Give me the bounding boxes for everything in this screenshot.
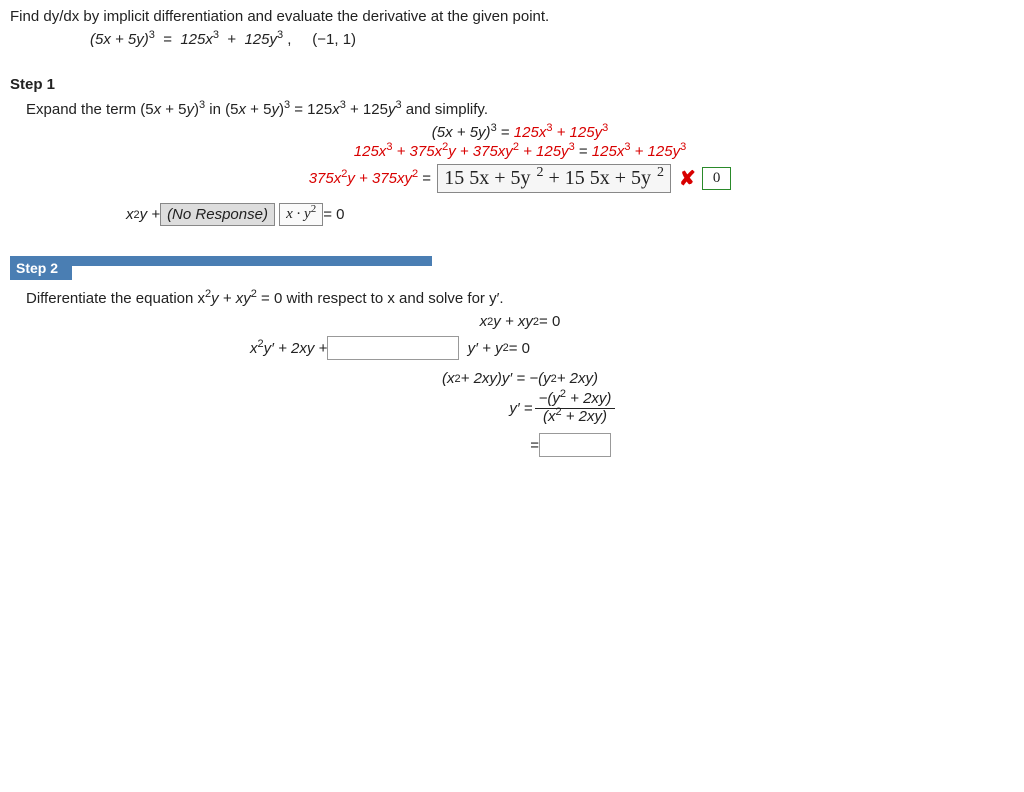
e1r: = 0 — [539, 313, 560, 330]
e1m: y + xy — [493, 313, 533, 330]
s1l2c: y + 375xy — [448, 143, 513, 160]
e3m: + 2xy)y′ = −(y — [461, 370, 551, 387]
eq-point: (−1, 1) — [312, 31, 356, 48]
s1l2ra: 125x — [592, 143, 625, 160]
s1i-f: + 125 — [346, 101, 388, 118]
e3l: (x — [442, 370, 455, 387]
fd-a: (x — [543, 408, 556, 425]
wrong-answer-box[interactable]: 15 5x + 5y2 + 15 5x + 5y2 — [437, 164, 671, 193]
s2i-c: = 0 with respect to x and solve for y′. — [257, 290, 504, 307]
hint-expr-box: x · y2 — [279, 203, 323, 226]
e2l: x — [250, 340, 258, 357]
s2i-a: Differentiate the equation x — [26, 290, 205, 307]
eq-rhs2: 125y — [244, 31, 277, 48]
step2-input-2[interactable] — [539, 433, 611, 457]
s1i-e: = 125 — [290, 101, 332, 118]
fn-a: −(y — [539, 390, 560, 407]
step2-instruction: Differentiate the equation x2y + xy2 = 0… — [26, 290, 1014, 307]
eq-rhs1: 125x — [180, 31, 213, 48]
s1l2d: + 125y — [519, 143, 569, 160]
fd-b: + 2xy) — [562, 408, 607, 425]
s1l3b: y + 375xy — [347, 170, 412, 187]
e3r: + 2xy) — [557, 370, 598, 387]
e2rb: = 0 — [509, 340, 530, 357]
s1l2rb: + 125y — [630, 143, 680, 160]
eqz: = 0 — [323, 206, 344, 223]
prompt-text: Find dy/dx by implicit differentiation a… — [10, 8, 549, 25]
step2-content: Differentiate the equation x2y + xy2 = 0… — [26, 290, 1014, 457]
e5l: = — [429, 437, 539, 454]
s1l1rb: + 125y — [552, 124, 602, 141]
no-response-box[interactable]: (No Response) — [160, 203, 275, 226]
step2-work: x2y + xy2 = 0 x2y′ + 2xy + y′ + y2 = 0 (… — [26, 313, 1014, 457]
step2-header: Step 2 — [10, 228, 1014, 280]
s1l3a: 375x — [309, 170, 342, 187]
step2-input-1[interactable] — [327, 336, 459, 360]
e2m: y′ + 2xy + — [264, 340, 328, 357]
fraction: −(y2 + 2xy) (x2 + 2xy) — [535, 391, 616, 425]
s1i-b2: + 5 — [246, 101, 271, 118]
s1l2b: + 375x — [392, 143, 442, 160]
s1l2a: 125x — [354, 143, 387, 160]
step2-label: Step 2 — [10, 256, 72, 280]
fn-b: + 2xy) — [566, 390, 611, 407]
step1-instruction: Expand the term (5x + 5y)3 in (5x + 5y)3… — [26, 101, 1014, 118]
s1i-g: and simplify. — [402, 101, 488, 118]
s2i-b: y + xy — [211, 290, 251, 307]
wa-a: 15 5x + 5y — [444, 167, 530, 189]
s1i-b: + 5 — [161, 101, 186, 118]
wrong-icon: ✘ — [679, 166, 696, 191]
wa-b: + 15 5x + 5y — [543, 167, 651, 189]
s1l4a: x — [126, 206, 134, 223]
e1l: x — [480, 313, 488, 330]
s1l4b: y + — [140, 206, 160, 223]
s1l1ra: 125x — [514, 124, 547, 141]
s1i-d: in (5 — [205, 101, 238, 118]
hint-expr: x · y — [286, 206, 311, 222]
correct-hint-box: 0 — [702, 167, 732, 190]
step1-work: (5x + 5y)3 = 125x3 + 125y3 125x3 + 375x2… — [26, 124, 1014, 226]
problem-statement: Find dy/dx by implicit differentiation a… — [10, 8, 1014, 25]
s1i-a: Expand the term (5 — [26, 101, 154, 118]
s1l1l: (5x + 5y) — [432, 124, 491, 141]
step1-label: Step 1 — [10, 76, 1014, 93]
step1-content: Expand the term (5x + 5y)3 in (5x + 5y)3… — [26, 101, 1014, 226]
eq-lhs: (5x + 5y) — [90, 31, 149, 48]
e4l: y′ = — [509, 400, 532, 417]
problem-equation: (5x + 5y)3 = 125x3 + 125y3 , (−1, 1) — [90, 31, 1014, 48]
e2ra: y′ + y — [468, 340, 503, 357]
